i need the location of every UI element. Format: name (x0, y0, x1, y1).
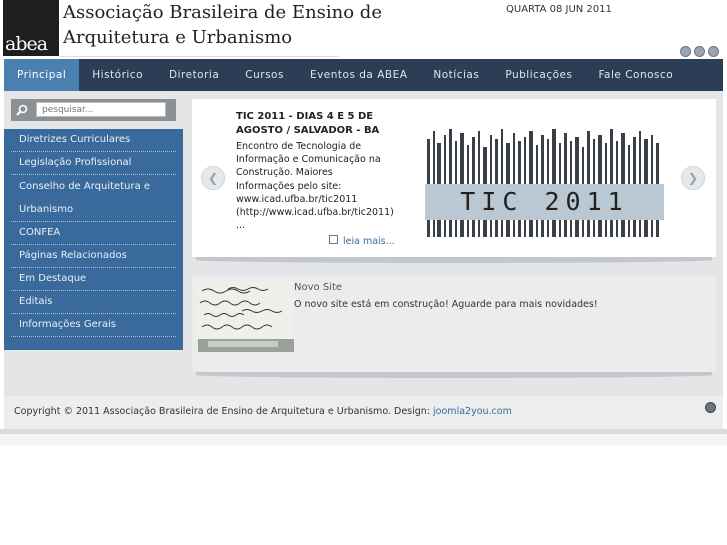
barcode-graphic (427, 129, 659, 237)
sidebar-item-legislacao[interactable]: Legislação Profissional (11, 152, 176, 175)
search-input[interactable] (36, 102, 166, 117)
featured-slider: ❮ ❯ TIC 2011 - DIAS 4 E 5 DE AGOSTO / SA… (192, 99, 716, 257)
news-body: O novo site está em construção! Aguarde … (294, 299, 598, 310)
sidebar-item-paginas[interactable]: Páginas Relacionados (11, 245, 176, 268)
footer-bottom-bar (0, 434, 727, 445)
font-size-tools (680, 46, 719, 57)
nav-item-principal[interactable]: Principal (4, 59, 80, 91)
logo-line-1: Associação Brasileira de Ensino de (63, 2, 382, 23)
copyright-text: Copyright © 2011 Associação Brasileira d… (14, 406, 512, 417)
logo-mark[interactable]: abea (3, 0, 59, 56)
logo-text[interactable]: Associação Brasileira de Ensino de Arqui… (59, 0, 382, 57)
reset-font-icon[interactable] (680, 46, 691, 57)
sidebar-item-label: Conselho de Arquitetura e Urbanismo (19, 181, 151, 215)
nav-item-publicacoes[interactable]: Publicações (492, 59, 585, 91)
next-arrow-icon[interactable]: ❯ (681, 166, 705, 190)
back-to-top-icon[interactable] (705, 402, 716, 413)
nav-item-eventos[interactable]: Eventos da ABEA (297, 59, 420, 91)
current-date: QUARTA 08 JUN 2011 (506, 4, 612, 15)
feature-title[interactable]: TIC 2011 - DIAS 4 E 5 DE AGOSTO / SALVAD… (236, 110, 386, 138)
logo-mark-text: abea (5, 33, 48, 55)
sidebar-item-diretrizes[interactable]: Diretrizes Curriculares (11, 129, 176, 152)
handwriting-image (198, 281, 294, 352)
header: abea Associação Brasileira de Ensino de … (0, 0, 727, 60)
prev-arrow-icon[interactable]: ❮ (201, 166, 225, 190)
banner-text: TIC 2011 (425, 184, 664, 220)
read-more-label: leia mais... (343, 236, 395, 247)
read-more-icon (329, 235, 338, 244)
tic-banner-image[interactable]: TIC 2011 (425, 129, 664, 237)
main-nav: Principal Histórico Diretoria Cursos Eve… (4, 59, 723, 91)
sidebar-menu: Diretrizes Curriculares Legislação Profi… (4, 129, 183, 350)
sidebar-item-editais[interactable]: Editais (11, 291, 176, 314)
news-title[interactable]: Novo Site (294, 282, 342, 293)
nav-item-historico[interactable]: Histórico (79, 59, 156, 91)
feature-body: Encontro de Tecnologia de Informação e C… (236, 141, 394, 232)
news-item: Novo Site O novo site está em construção… (192, 276, 716, 372)
nav-item-cursos[interactable]: Cursos (232, 59, 297, 91)
nav-item-fale-conosco[interactable]: Fale Conosco (585, 59, 686, 91)
sidebar-item-confea[interactable]: CONFEA (11, 222, 176, 245)
nav-item-noticias[interactable]: Notícias (420, 59, 492, 91)
decrease-font-icon[interactable] (694, 46, 705, 57)
increase-font-icon[interactable] (708, 46, 719, 57)
feature-shadow (196, 257, 712, 263)
read-more-link[interactable]: leia mais... (329, 235, 395, 247)
search-icon[interactable] (16, 104, 28, 116)
news-shadow (196, 372, 712, 378)
design-link[interactable]: joomla2you.com (433, 406, 512, 417)
copyright-label: Copyright © 2011 Associação Brasileira d… (14, 406, 431, 417)
sidebar-item-conselho[interactable]: Conselho de Arquitetura e Urbanismo (11, 175, 176, 222)
sidebar-item-informacoes[interactable]: Informações Gerais (11, 314, 176, 337)
search-box (11, 99, 176, 121)
footer: Copyright © 2011 Associação Brasileira d… (4, 396, 723, 429)
sidebar-item-em-destaque[interactable]: Em Destaque (11, 268, 176, 291)
news-thumbnail[interactable] (198, 281, 294, 352)
logo-line-2: Arquitetura e Urbanismo (63, 27, 293, 48)
nav-item-diretoria[interactable]: Diretoria (156, 59, 232, 91)
